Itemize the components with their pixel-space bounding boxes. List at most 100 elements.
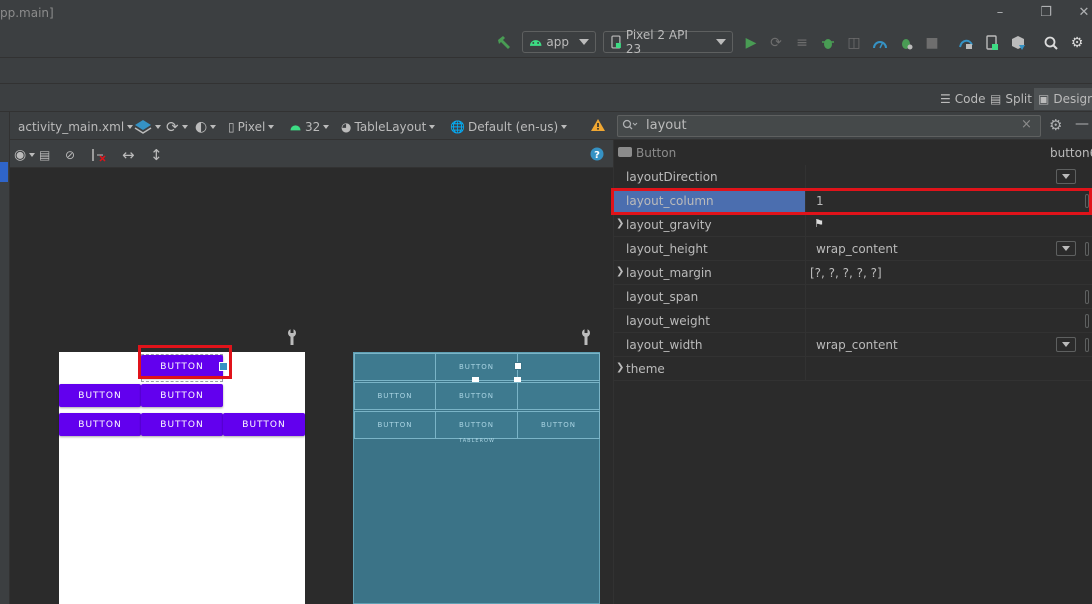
help-icon[interactable]: ? xyxy=(590,147,604,164)
tab-split[interactable]: ▤ Split xyxy=(986,88,1036,110)
tab-split-label: Split xyxy=(1005,92,1032,106)
locale-select[interactable]: 🌐 Default (en-us) xyxy=(450,118,568,136)
api-level-label: 32 xyxy=(305,120,321,134)
stop-icon[interactable]: ■ xyxy=(922,33,942,53)
flag-icon[interactable]: ⚑ xyxy=(814,217,824,230)
tab-code-label: Code xyxy=(954,92,986,106)
preview-button[interactable]: BUTTON xyxy=(141,384,223,407)
design-surface-select[interactable] xyxy=(134,118,161,136)
clear-search-icon[interactable]: × xyxy=(1021,117,1032,132)
expand-vertical-icon[interactable]: ↕ xyxy=(150,146,163,164)
chevron-right-icon[interactable]: ❯ xyxy=(616,266,624,277)
preview-button[interactable]: BUTTON xyxy=(141,413,223,436)
design-preview[interactable]: BUTTON BUTTON BUTTON BUTTON BUTTON BUTTO… xyxy=(59,352,305,604)
chevron-down-icon xyxy=(268,125,275,129)
chevron-right-icon[interactable]: ❯ xyxy=(616,218,624,229)
attribute-dropdown[interactable] xyxy=(1056,241,1076,256)
show-layout-decorations-icon[interactable]: ▤ xyxy=(39,146,50,164)
main-toolbar: app Pixel 2 API 23 ▶ ⟳ ≡ ◫ ■ ⚙ xyxy=(0,28,1092,58)
attribute-dropdown[interactable] xyxy=(1056,169,1076,184)
warning-icon[interactable] xyxy=(590,118,606,135)
device-preview-select[interactable]: ▯ Pixel xyxy=(228,118,275,136)
chevron-down-icon xyxy=(429,125,436,129)
sdk-manager-icon[interactable] xyxy=(1008,33,1028,53)
preview-button[interactable]: BUTTON xyxy=(59,384,141,407)
device-select[interactable]: Pixel 2 API 23 xyxy=(603,28,733,56)
debug-icon[interactable] xyxy=(818,33,838,53)
attribute-value-input[interactable]: wrap_content xyxy=(816,242,898,256)
settings-gear-icon[interactable]: ⚙ xyxy=(1049,116,1062,134)
tab-design[interactable]: ▣ Design xyxy=(1034,88,1092,110)
close-icon[interactable]: ✕ xyxy=(1074,4,1092,22)
tab-code[interactable]: ☰ Code xyxy=(936,88,990,110)
chevron-down-icon xyxy=(1062,246,1070,251)
file-select-label: activity_main.xml xyxy=(18,120,125,134)
attribute-name: layout_gravity xyxy=(626,218,712,232)
rotate-icon: ⟳ xyxy=(166,118,179,136)
attribute-picker[interactable] xyxy=(1085,314,1089,328)
attribute-name: theme xyxy=(626,362,665,376)
design-view-icon: ▣ xyxy=(1038,92,1050,106)
wrench-icon[interactable] xyxy=(580,329,592,349)
phone-icon xyxy=(611,35,621,49)
view-options-button[interactable]: ◉ xyxy=(14,146,36,164)
attribute-name: layout_span xyxy=(626,290,699,304)
blueprint-button[interactable]: BUTTON xyxy=(354,411,436,439)
chevron-down-icon xyxy=(1062,342,1070,347)
blueprint-button[interactable]: BUTTON xyxy=(435,382,518,410)
globe-icon: 🌐 xyxy=(450,120,465,134)
profile-icon[interactable] xyxy=(870,33,890,53)
blueprint-button[interactable]: BUTTON xyxy=(354,382,436,410)
attribute-picker[interactable] xyxy=(1085,242,1089,256)
attach-debugger-icon[interactable]: ◫ xyxy=(844,33,864,53)
theme-label: TableLayout xyxy=(354,120,427,134)
expand-horizontal-icon[interactable]: ↔ xyxy=(122,146,135,164)
attribute-value-input[interactable]: wrap_content xyxy=(816,338,898,352)
attribute-row-theme[interactable] xyxy=(614,357,1092,381)
attach-android-debugger-icon[interactable] xyxy=(896,33,916,53)
settings-gear-icon[interactable]: ⚙ xyxy=(1067,33,1087,53)
blueprint-preview[interactable]: BUTTON BUTTON BUTTON BUTTON BUTTON BUTTO… xyxy=(353,352,600,604)
device-preview-label: Pixel xyxy=(237,120,266,134)
build-hammer-icon[interactable] xyxy=(494,33,514,53)
file-select[interactable]: activity_main.xml xyxy=(18,118,134,136)
chevron-right-icon[interactable]: ❯ xyxy=(616,362,624,373)
run-config-select[interactable]: app xyxy=(522,31,596,53)
device-manager-icon[interactable] xyxy=(982,33,1002,53)
theme-select[interactable]: ◕ TableLayout xyxy=(341,118,436,136)
chevron-down-icon xyxy=(155,125,161,129)
component-type: Button xyxy=(636,146,677,160)
attribute-picker[interactable] xyxy=(1085,290,1089,304)
night-mode-select[interactable]: ◐ xyxy=(195,118,217,136)
restore-icon[interactable]: ❐ xyxy=(1036,4,1056,22)
preview-button[interactable]: BUTTON xyxy=(223,413,305,436)
attribute-value: [?, ?, ?, ?, ?] xyxy=(810,266,882,280)
tab-design-label: Design xyxy=(1053,92,1092,106)
sync-gradle-icon[interactable] xyxy=(956,33,976,53)
hide-panel-icon[interactable]: — xyxy=(1075,116,1089,132)
preview-button[interactable]: BUTTON xyxy=(59,413,141,436)
blueprint-button[interactable]: BUTTON xyxy=(517,411,600,439)
theme-icon: ◕ xyxy=(341,120,352,134)
search-icon[interactable] xyxy=(1041,33,1061,53)
api-level-select[interactable]: 32 xyxy=(289,118,330,136)
orientation-select[interactable]: ⟳ xyxy=(166,118,188,136)
device-label: Pixel 2 API 23 xyxy=(625,28,688,56)
run-icon[interactable]: ▶ xyxy=(741,33,761,53)
code-view-icon: ☰ xyxy=(940,92,951,106)
attribute-dropdown[interactable] xyxy=(1056,337,1076,352)
apply-changes-icon[interactable]: ⟳ xyxy=(766,33,786,53)
search-query: layout xyxy=(646,118,687,133)
resize-handle[interactable] xyxy=(514,362,522,370)
disable-autoconnect-icon[interactable]: ⊘ xyxy=(65,146,75,164)
attribute-picker[interactable] xyxy=(1085,338,1089,352)
run-config-label: app xyxy=(546,35,569,49)
blueprint-button[interactable]: BUTTON xyxy=(435,411,518,439)
apply-code-changes-icon[interactable]: ≡ xyxy=(792,33,812,53)
clear-constraints-icon[interactable] xyxy=(91,146,107,164)
chevron-down-icon xyxy=(579,39,589,45)
wrench-icon[interactable] xyxy=(286,329,298,349)
window-title: pp.main] xyxy=(0,6,54,20)
minimize-icon[interactable]: – xyxy=(990,4,1010,22)
title-bar: pp.main] – ❐ ✕ xyxy=(0,0,1092,28)
